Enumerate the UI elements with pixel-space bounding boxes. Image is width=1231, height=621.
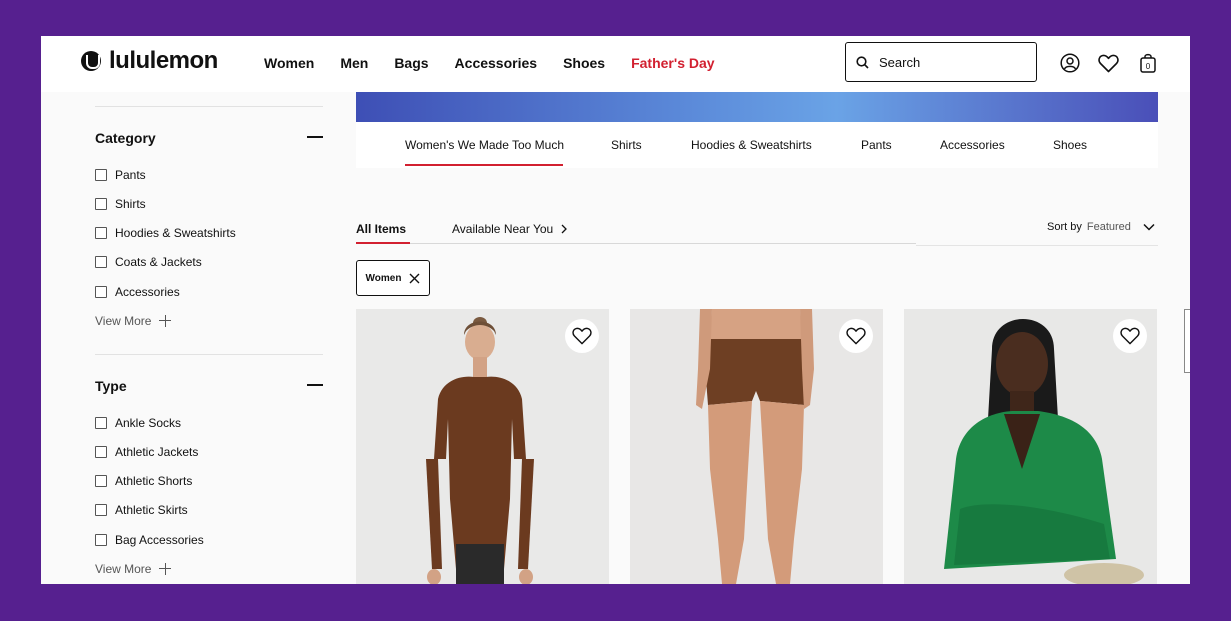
wishlist-heart-icon[interactable] xyxy=(1097,52,1119,74)
filter-option-ankle-socks[interactable]: Ankle Socks xyxy=(95,416,181,430)
filter-chip-women[interactable]: Women xyxy=(356,260,430,296)
product-image xyxy=(630,309,883,584)
checkbox[interactable] xyxy=(95,446,107,458)
checkbox[interactable] xyxy=(95,198,107,210)
filter-option-coats[interactable]: Coats & Jackets xyxy=(95,255,202,269)
checkbox[interactable] xyxy=(95,256,107,268)
checkbox[interactable] xyxy=(95,475,107,487)
subnav-hoodies[interactable]: Hoodies & Sweatshirts xyxy=(691,138,812,152)
filter-option-pants[interactable]: Pants xyxy=(95,168,146,182)
feedback-tab[interactable] xyxy=(1184,309,1190,373)
filter-option-athletic-skirts[interactable]: Athletic Skirts xyxy=(95,503,188,517)
add-to-wishlist-button[interactable] xyxy=(1113,319,1147,353)
main-nav: Women Men Bags Accessories Shoes Father'… xyxy=(264,55,741,71)
filter-option-shirts[interactable]: Shirts xyxy=(95,197,146,211)
plus-icon xyxy=(159,315,172,327)
category-view-more[interactable]: View More xyxy=(95,314,172,328)
filter-option-athletic-shorts[interactable]: Athletic Shorts xyxy=(95,474,192,488)
search-input[interactable] xyxy=(879,54,1019,70)
checkbox[interactable] xyxy=(95,534,107,546)
filter-sidebar: Category Pants Shirts Hoodies & Sweatshi… xyxy=(95,92,323,584)
tab-divider xyxy=(916,245,1158,246)
checkbox[interactable] xyxy=(95,417,107,429)
chevron-right-icon xyxy=(561,224,568,234)
filter-option-accessories[interactable]: Accessories xyxy=(95,285,180,299)
lululemon-logo-icon xyxy=(81,51,101,71)
product-card[interactable] xyxy=(904,309,1157,584)
cart-count: 0 xyxy=(1146,62,1151,71)
chevron-down-icon xyxy=(1143,223,1155,231)
tab-available-near-you[interactable]: Available Near You xyxy=(452,222,568,236)
type-facet-title[interactable]: Type xyxy=(95,378,127,394)
heart-icon xyxy=(1120,327,1140,345)
active-tab-underline xyxy=(405,164,563,166)
nav-women[interactable]: Women xyxy=(264,55,314,71)
product-card[interactable] xyxy=(356,309,609,584)
filter-option-hoodies[interactable]: Hoodies & Sweatshirts xyxy=(95,226,236,240)
add-to-wishlist-button[interactable] xyxy=(839,319,873,353)
site-header: lululemon Women Men Bags Accessories Sho… xyxy=(41,36,1190,92)
collapse-category-icon[interactable] xyxy=(307,136,323,138)
plus-icon xyxy=(159,563,172,575)
search-icon xyxy=(856,55,869,69)
heart-icon xyxy=(572,327,592,345)
tab-divider xyxy=(410,243,916,244)
divider xyxy=(95,354,323,355)
nav-shoes[interactable]: Shoes xyxy=(563,55,605,71)
category-facet-title[interactable]: Category xyxy=(95,130,156,146)
sort-dropdown[interactable]: Sort by Featured xyxy=(1047,221,1155,233)
product-card[interactable] xyxy=(630,309,883,584)
shopping-bag-icon[interactable]: 0 xyxy=(1137,52,1159,74)
nav-bags[interactable]: Bags xyxy=(394,55,428,71)
nav-men[interactable]: Men xyxy=(340,55,368,71)
subnav-accessories[interactable]: Accessories xyxy=(940,138,1005,152)
subnav-shirts[interactable]: Shirts xyxy=(611,138,642,152)
nav-fathers-day[interactable]: Father's Day xyxy=(631,55,714,71)
collapse-type-icon[interactable] xyxy=(307,384,323,386)
heart-icon xyxy=(846,327,866,345)
browser-page: lululemon Women Men Bags Accessories Sho… xyxy=(41,36,1190,584)
active-tab-underline xyxy=(356,242,410,244)
add-to-wishlist-button[interactable] xyxy=(565,319,599,353)
promo-banner xyxy=(356,92,1158,122)
product-image xyxy=(356,309,609,584)
brand-logo[interactable]: lululemon xyxy=(81,47,218,75)
account-icon[interactable] xyxy=(1059,52,1081,74)
divider xyxy=(95,106,323,107)
type-view-more[interactable]: View More xyxy=(95,562,172,576)
checkbox[interactable] xyxy=(95,227,107,239)
category-subnav: Women's We Made Too Much Shirts Hoodies … xyxy=(356,122,1158,168)
subnav-shoes[interactable]: Shoes xyxy=(1053,138,1087,152)
close-icon[interactable] xyxy=(409,273,420,284)
nav-accessories[interactable]: Accessories xyxy=(455,55,538,71)
checkbox[interactable] xyxy=(95,169,107,181)
checkbox[interactable] xyxy=(95,286,107,298)
filter-option-athletic-jackets[interactable]: Athletic Jackets xyxy=(95,445,198,459)
brand-name: lululemon xyxy=(109,47,218,74)
product-image xyxy=(904,309,1157,584)
filter-option-bag-accessories[interactable]: Bag Accessories xyxy=(95,533,204,547)
subnav-wmtm[interactable]: Women's We Made Too Much xyxy=(405,138,564,152)
search-box[interactable] xyxy=(845,42,1037,82)
tab-all-items[interactable]: All Items xyxy=(356,222,406,236)
checkbox[interactable] xyxy=(95,504,107,516)
subnav-pants[interactable]: Pants xyxy=(861,138,892,152)
